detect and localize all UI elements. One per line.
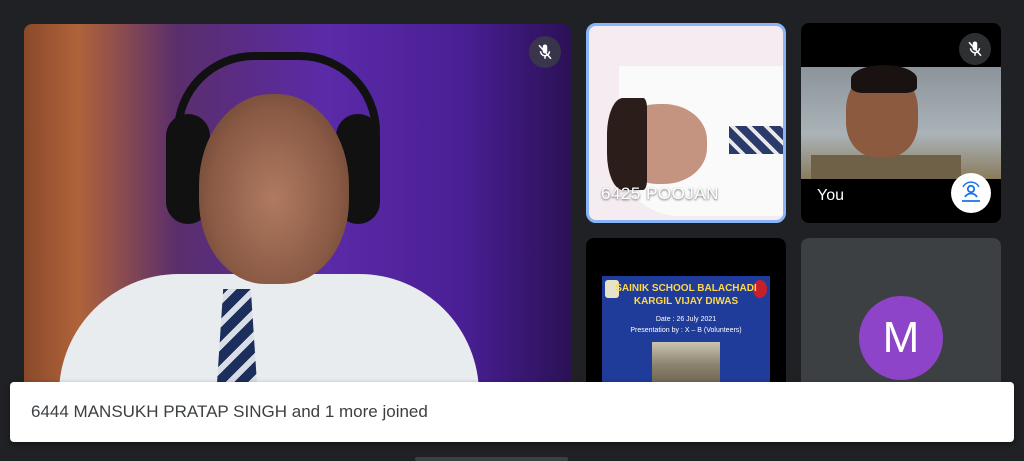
slide-title-line2: KARGIL VIJAY DIWAS bbox=[633, 296, 739, 307]
slide-title-line1: SAINIK SCHOOL BALACHADI bbox=[615, 283, 757, 294]
bottom-bar-handle[interactable] bbox=[415, 457, 568, 461]
visual-effects-button[interactable] bbox=[951, 173, 991, 213]
mic-off-icon bbox=[959, 33, 991, 65]
mic-off-icon bbox=[529, 36, 561, 68]
self-name-label: You bbox=[817, 187, 844, 204]
slide-presenter: Presentation by : X – B (Volunteers) bbox=[630, 327, 742, 334]
participant-tile-avatar[interactable]: M bbox=[801, 238, 1001, 398]
avatar: M bbox=[859, 296, 943, 380]
participant-video-hair bbox=[607, 98, 647, 190]
participant-video-tie bbox=[729, 126, 783, 154]
participant-video-face bbox=[199, 94, 349, 284]
participant-tile-poojan[interactable]: 6425 POOJAN bbox=[586, 23, 786, 223]
self-video-hair bbox=[851, 65, 917, 93]
visual-effects-icon bbox=[962, 181, 980, 202]
participant-name-label: 6425 POOJAN bbox=[601, 184, 719, 203]
self-video-body bbox=[811, 155, 961, 179]
participant-tile-self[interactable]: You bbox=[801, 23, 1001, 223]
presentation-slide: SAINIK SCHOOL BALACHADI KARGIL VIJAY DIW… bbox=[602, 276, 770, 398]
join-notification-toast: 6444 MANSUKH PRATAP SINGH and 1 more joi… bbox=[10, 382, 1014, 442]
participant-tile-main[interactable] bbox=[24, 24, 571, 394]
slide-date: Date : 26 July 2021 bbox=[655, 316, 717, 323]
join-notification-text: 6444 MANSUKH PRATAP SINGH and 1 more joi… bbox=[31, 402, 428, 421]
participant-video-shirt bbox=[59, 274, 479, 394]
presentation-tile[interactable]: SAINIK SCHOOL BALACHADI KARGIL VIJAY DIW… bbox=[586, 238, 786, 398]
